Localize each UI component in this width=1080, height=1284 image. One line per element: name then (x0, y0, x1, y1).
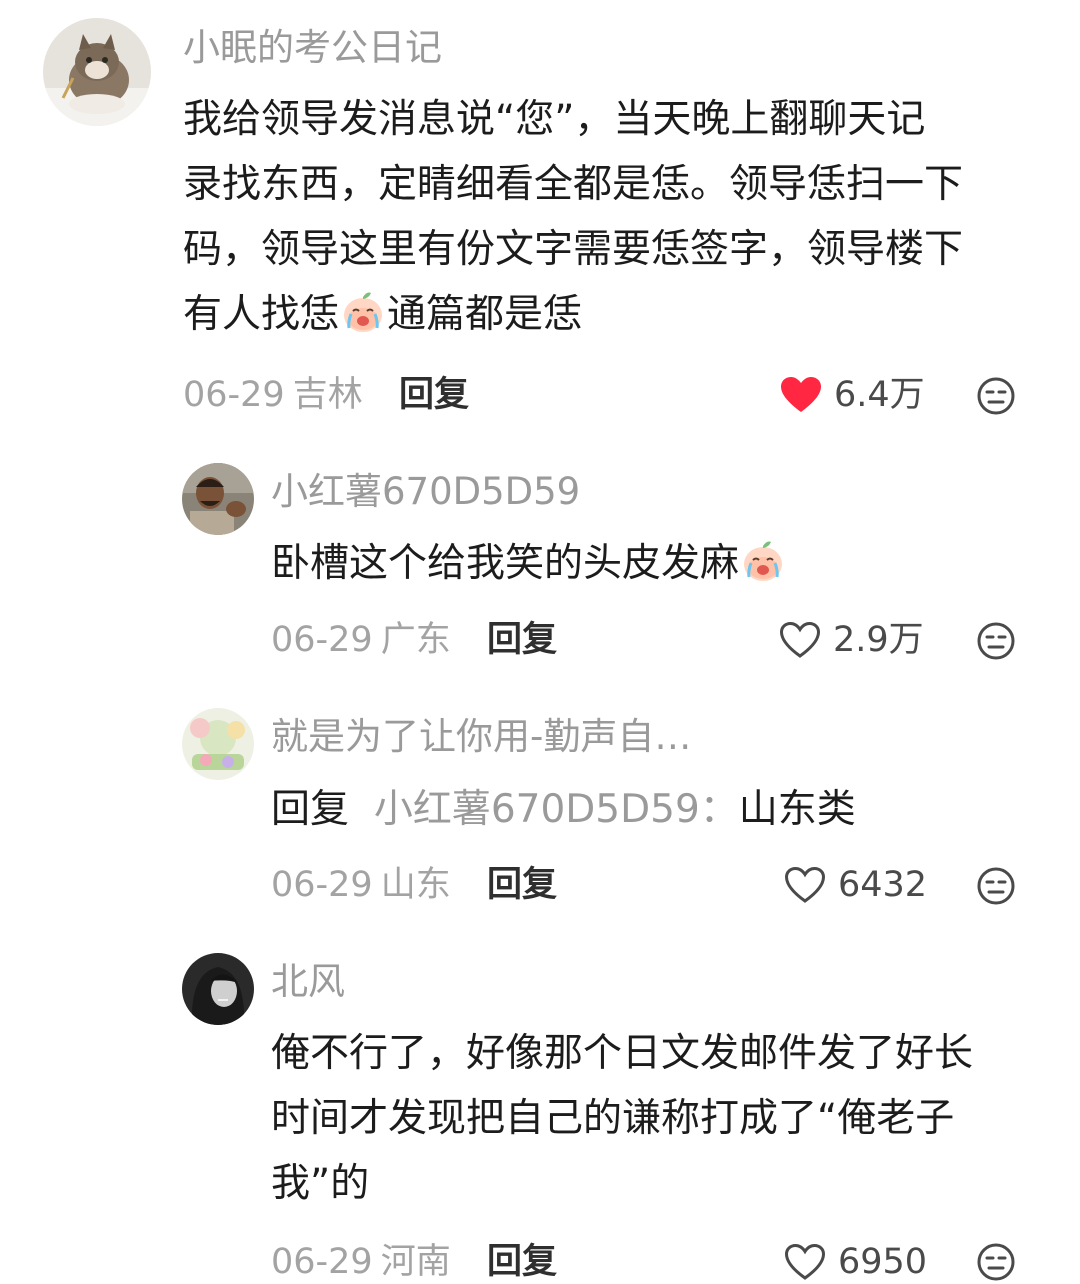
comment-line: 码，领导这里有份文字需要恁签字，领导楼下 (183, 227, 964, 272)
comment-date: 06-29 (271, 1242, 373, 1282)
comment-text: 回复 小红薯670D5D59：山东类 (271, 777, 856, 842)
heart-icon (779, 621, 821, 658)
comment-meta: 06-29 广东 回复 (271, 618, 671, 662)
dislike-face-icon (977, 1243, 1015, 1281)
like-count: 6950 (838, 1242, 928, 1282)
reply-button[interactable]: 回复 (487, 618, 557, 662)
comment-line: 卧槽这个给我笑的头皮发麻 (271, 531, 787, 596)
like-button[interactable]: 6950 (784, 1240, 927, 1284)
comment-line: 我”的 (271, 1161, 370, 1206)
comment-date: 06-29 (271, 620, 373, 660)
like-count: 2.9万 (833, 620, 924, 660)
heart-icon (784, 1243, 826, 1280)
comment-meta: 06-29 吉林 回复 (183, 373, 583, 417)
heart-icon (781, 377, 821, 412)
comment-text: 我给领导发消息说“您”，当天晚上翻聊天记 录找东西，定睛细看全都是恁。领导恁扫一… (183, 87, 963, 347)
like-count: 6432 (838, 865, 928, 905)
comment-line: 录找东西，定睛细看全都是恁。领导恁扫一下 (183, 162, 964, 207)
reply-prefix: 回复 (271, 787, 350, 832)
comment-line: 俺不行了，好像那个日文发邮件发了好长 (271, 1031, 974, 1076)
cat-avatar-icon (43, 18, 151, 126)
avatar[interactable] (43, 18, 151, 126)
dislike-button[interactable] (976, 376, 1016, 416)
like-count: 6.4万 (834, 375, 925, 415)
comment-meta: 06-29 河南 回复 (271, 1240, 671, 1284)
like-button[interactable]: 6432 (784, 863, 927, 907)
dislike-button[interactable] (976, 621, 1016, 661)
comment-date: 06-29 (271, 865, 373, 905)
comment-location: 吉林 (292, 375, 363, 415)
crying-peach-emoji-icon (739, 536, 787, 584)
reply-button[interactable]: 回复 (399, 373, 469, 417)
comment-line: 有人找恁 通篇都是恁 (183, 282, 963, 347)
comment-username[interactable]: 就是为了让你用-勤声自… (271, 715, 691, 759)
comment-line-text: 通篇都是恁 (387, 292, 583, 337)
dislike-button[interactable] (976, 1242, 1016, 1282)
comment-line: 我给领导发消息说“您”，当天晚上翻聊天记 (183, 97, 926, 142)
woman-avatar-icon (182, 953, 254, 1025)
reply-button[interactable]: 回复 (487, 1240, 557, 1284)
avatar[interactable] (182, 708, 254, 780)
comment-text: 卧槽这个给我笑的头皮发麻 (271, 531, 787, 596)
comment-username[interactable]: 小眠的考公日记 (183, 26, 442, 70)
comment-username[interactable]: 小红薯670D5D59 (271, 470, 580, 514)
comment-location: 广东 (380, 620, 451, 660)
dislike-face-icon (977, 867, 1015, 905)
dislike-face-icon (977, 622, 1015, 660)
comment-meta: 06-29 山东 回复 (271, 863, 671, 907)
crying-peach-emoji-icon (339, 287, 387, 335)
comment-line-text: 山东类 (738, 787, 856, 832)
comment-location: 山东 (380, 865, 451, 905)
avatar[interactable] (182, 463, 254, 535)
comment-text: 俺不行了，好像那个日文发邮件发了好长 时间才发现把自己的谦称打成了“俺老子 我”… (271, 1021, 973, 1216)
like-button[interactable]: 2.9万 (779, 618, 924, 662)
comment-line: 时间才发现把自己的谦称打成了“俺老子 (271, 1096, 955, 1141)
reply-button[interactable]: 回复 (487, 863, 557, 907)
comment-line-text: 有人找恁 (183, 292, 340, 337)
reply-target-username[interactable]: 小红薯670D5D59： (374, 787, 739, 832)
like-button[interactable]: 6.4万 (780, 373, 925, 417)
garden-avatar-icon (182, 708, 254, 780)
comment-line-text: 卧槽这个给我笑的头皮发麻 (271, 541, 740, 586)
dislike-face-icon (977, 377, 1015, 415)
heart-icon (784, 866, 826, 903)
comment-location: 河南 (380, 1242, 451, 1282)
comment-username[interactable]: 北风 (271, 960, 345, 1004)
avatar[interactable] (182, 953, 254, 1025)
man-avatar-icon (182, 463, 254, 535)
comment-date: 06-29 (183, 375, 285, 415)
comment-line: 回复 小红薯670D5D59：山东类 (271, 777, 856, 842)
dislike-button[interactable] (976, 866, 1016, 906)
